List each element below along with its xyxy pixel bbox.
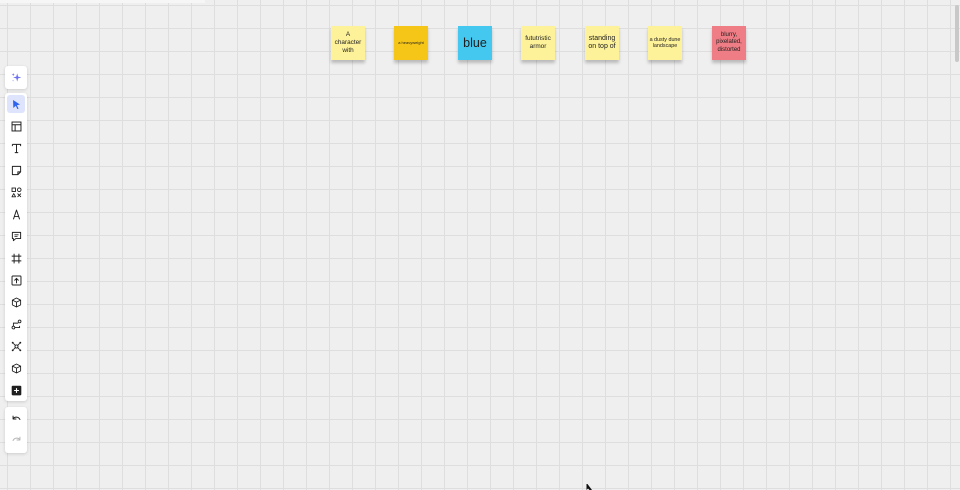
sticky-note-negative[interactable]: blurry, pixelated, distorted [712, 26, 746, 60]
comment-icon [11, 231, 21, 241]
pen-tool[interactable] [7, 205, 25, 223]
connector-tool[interactable] [7, 315, 25, 333]
pointer-icon [12, 99, 20, 109]
shapes-icon [11, 187, 21, 197]
vertical-scrollbar[interactable] [955, 5, 959, 62]
3d-tool[interactable] [7, 293, 25, 311]
sticky-note-tool[interactable] [7, 161, 25, 179]
sticky-note-text: a dusty dune landscape [649, 36, 681, 49]
text-icon [11, 143, 21, 153]
pen-icon [12, 209, 20, 219]
history-toolbar [5, 407, 27, 453]
sticky-note-text: a heavyweight [398, 39, 424, 45]
mouse-cursor-icon [586, 484, 592, 490]
sticky-note-standing[interactable]: standing on top of [585, 26, 619, 60]
cube-tool[interactable] [7, 359, 25, 377]
sticky-note-text: blurry, pixelated, distorted [716, 32, 742, 53]
sticky-note-text: fututristic armor [525, 35, 551, 50]
cube-icon [11, 363, 21, 373]
sticky-note-heavyweight[interactable]: a heavyweight [394, 26, 428, 60]
template-icon [11, 121, 21, 131]
ai-assist-button[interactable] [7, 68, 25, 86]
redo-icon [12, 436, 20, 441]
templates-tool[interactable] [7, 117, 25, 135]
frame-tool[interactable] [7, 249, 25, 267]
sticky-note-blue[interactable]: blue [458, 26, 492, 60]
upload-icon [11, 275, 21, 285]
sparkle-icon [11, 72, 21, 82]
main-toolbar [5, 93, 27, 401]
undo-button[interactable] [7, 410, 25, 428]
shapes-tool[interactable] [7, 183, 25, 201]
undo-icon [12, 415, 20, 420]
select-tool[interactable] [7, 95, 25, 113]
sticky-note-icon [11, 165, 21, 175]
frame-icon [11, 253, 21, 263]
sticky-note-armor[interactable]: fututristic armor [521, 26, 555, 60]
comment-tool[interactable] [7, 227, 25, 245]
connector-icon [11, 319, 21, 329]
mind-map-tool[interactable] [7, 337, 25, 355]
sticky-note-text: standing on top of [588, 34, 616, 50]
sticky-note-text: A character with [334, 31, 362, 54]
mind-map-icon [11, 341, 21, 351]
top-strip [0, 0, 205, 3]
more-apps-icon [11, 385, 21, 395]
more-apps-button[interactable] [7, 381, 25, 399]
3d-cube-icon [11, 297, 21, 307]
ai-toolbar [5, 66, 27, 89]
text-tool[interactable] [7, 139, 25, 157]
redo-button[interactable] [7, 431, 25, 449]
sticky-note-text: blue [463, 35, 487, 50]
sticky-note-landscape[interactable]: a dusty dune landscape [648, 26, 682, 60]
upload-tool[interactable] [7, 271, 25, 289]
sticky-note-character[interactable]: A character with [331, 26, 365, 60]
